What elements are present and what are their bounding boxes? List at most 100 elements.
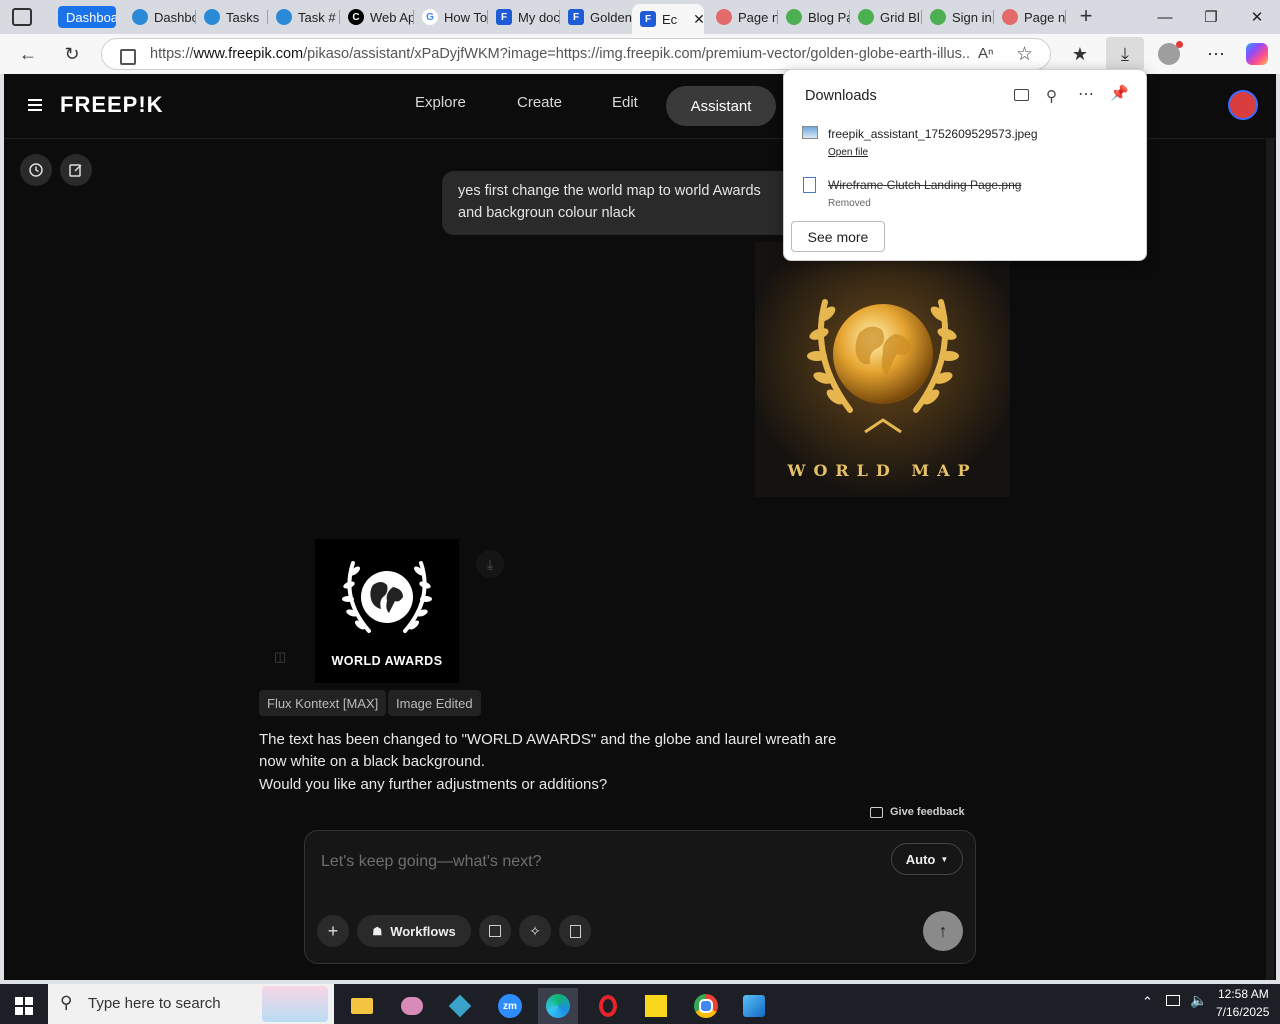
- scrollbar[interactable]: [1266, 138, 1274, 980]
- arrow-up-icon: ↑: [938, 920, 948, 941]
- tab-actions-icon[interactable]: [12, 8, 32, 26]
- aspect-ratio-icon: [489, 925, 501, 937]
- refresh-icon[interactable]: ↻: [58, 40, 86, 68]
- give-feedback-button[interactable]: Give feedback: [870, 806, 965, 818]
- image-size-button[interactable]: [479, 915, 511, 947]
- close-tab-icon[interactable]: ✕: [693, 11, 704, 28]
- back-arrow-icon[interactable]: ←: [14, 40, 42, 68]
- world-awards-caption: WORLD AWARDS: [331, 654, 443, 668]
- url-path: /pikaso/assistant/xPaDyjfWKM?image=https…: [303, 46, 970, 62]
- lock-icon[interactable]: [120, 49, 136, 65]
- plus-icon: +: [327, 920, 339, 941]
- windows-logo-icon: [15, 997, 33, 1015]
- copilot-icon[interactable]: [1246, 43, 1268, 65]
- tab-my-doc[interactable]: F My doc: [488, 4, 560, 30]
- tab-label: Golden: [590, 9, 632, 25]
- restore-button[interactable]: ❐: [1188, 0, 1234, 34]
- doc-favicon-icon: F: [496, 9, 512, 25]
- send-button[interactable]: ↑: [923, 911, 963, 951]
- freepik-logo[interactable]: FREEP!K: [60, 92, 164, 118]
- zoom-icon[interactable]: zm: [490, 988, 530, 1024]
- leaf-favicon-icon: [786, 9, 802, 25]
- user-avatar[interactable]: [1228, 90, 1258, 120]
- tab-task[interactable]: Task #: [268, 4, 340, 30]
- download-item[interactable]: Wireframe Clutch Landing Page.png Remove…: [794, 172, 1134, 212]
- url-field[interactable]: https://www.freepik.com/pikaso/assistant…: [101, 38, 1051, 70]
- tab-how-to[interactable]: G How To: [414, 4, 488, 30]
- document-icon: [569, 924, 581, 938]
- windows-start-icon[interactable]: [4, 988, 44, 1024]
- new-chat-button[interactable]: [60, 154, 92, 186]
- see-more-button[interactable]: See more: [791, 221, 885, 252]
- download-status: Removed: [828, 198, 871, 209]
- page-favicon-icon: [1002, 9, 1018, 25]
- close-window-button[interactable]: ✕: [1234, 0, 1280, 34]
- assistant-response-line: The text has been changed to "WORLD AWAR…: [259, 731, 837, 748]
- style-button[interactable]: ✧: [519, 915, 551, 947]
- tab-grid[interactable]: Grid Bl: [850, 4, 922, 30]
- downloads-title: Downloads: [805, 88, 877, 104]
- favorites-icon[interactable]: ★: [1066, 40, 1094, 68]
- history-icon: [29, 163, 43, 177]
- prompt-input[interactable]: Let's keep going—what's next?: [321, 853, 861, 871]
- thumbs-down-icon[interactable]: ◫: [274, 649, 286, 665]
- app-diamond-icon[interactable]: [440, 988, 480, 1024]
- sticky-notes-icon[interactable]: [636, 988, 676, 1024]
- clock-time[interactable]: 12:58 AM: [1218, 987, 1269, 1001]
- hex-favicon-icon: [132, 9, 148, 25]
- workflows-button[interactable]: ☗ Workflows: [357, 915, 471, 947]
- hamburger-menu-icon[interactable]: [28, 99, 42, 111]
- png-file-icon: [803, 177, 816, 193]
- tab-page-2[interactable]: Page n: [994, 4, 1066, 30]
- tab-active[interactable]: F Ec ✕: [632, 4, 704, 34]
- nav-explore[interactable]: Explore: [415, 94, 466, 111]
- favorite-star-icon[interactable]: ☆: [1016, 43, 1033, 66]
- nav-edit[interactable]: Edit: [612, 94, 638, 111]
- more-menu-icon[interactable]: ⋯: [1202, 40, 1230, 68]
- more-options-icon[interactable]: ⋯: [1078, 84, 1094, 104]
- opera-icon[interactable]: [588, 988, 628, 1024]
- tab-tasks[interactable]: Tasks: [196, 4, 268, 30]
- search-icon[interactable]: ⚲: [1046, 87, 1057, 105]
- status-tag: Image Edited: [388, 690, 481, 716]
- world-awards-image[interactable]: WORLD AWARDS: [315, 539, 459, 683]
- taskbar-search-box[interactable]: ⚲ Type here to search: [48, 984, 334, 1024]
- clock-date[interactable]: 7/16/2025: [1216, 1005, 1269, 1019]
- tab-label: Dashboa: [66, 9, 116, 25]
- edge-icon[interactable]: [538, 988, 578, 1024]
- open-folder-icon[interactable]: [1014, 89, 1029, 101]
- new-tab-button[interactable]: +: [1074, 5, 1098, 29]
- tab-sign-in[interactable]: Sign in: [922, 4, 994, 30]
- nav-assistant[interactable]: Assistant: [666, 86, 776, 126]
- tab-dashboard-2[interactable]: Dashbo: [124, 4, 196, 30]
- golden-globe-image[interactable]: WORLD MAP: [755, 242, 1010, 497]
- download-image-icon[interactable]: ⤓: [476, 550, 504, 578]
- nav-create[interactable]: Create: [517, 94, 562, 111]
- app-brain-icon[interactable]: [392, 988, 432, 1024]
- download-item[interactable]: freepik_assistant_1752609529573.jpeg Ope…: [794, 120, 1134, 162]
- pin-icon[interactable]: 📌: [1110, 84, 1129, 102]
- history-button[interactable]: [20, 154, 52, 186]
- file-explorer-icon[interactable]: [342, 988, 382, 1024]
- mode-select[interactable]: Auto ▼: [891, 843, 963, 875]
- tab-dashboard-1[interactable]: Dashboa: [58, 6, 116, 28]
- photos-icon[interactable]: [734, 988, 774, 1024]
- tab-web-app[interactable]: C Web Ap: [340, 4, 414, 30]
- tab-label: How To: [444, 9, 488, 25]
- add-button[interactable]: +: [317, 915, 349, 947]
- volume-icon[interactable]: 🔈: [1190, 992, 1207, 1009]
- minimize-button[interactable]: —: [1142, 0, 1188, 34]
- downloads-icon[interactable]: ⤓: [1106, 37, 1144, 71]
- network-icon[interactable]: [1166, 995, 1180, 1006]
- tray-chevron-icon[interactable]: ⌃: [1142, 994, 1153, 1010]
- read-aloud-icon[interactable]: Aⁿ: [978, 45, 993, 62]
- chrome-icon[interactable]: [686, 988, 726, 1024]
- tab-page-1[interactable]: Page n: [708, 4, 778, 30]
- tab-golden[interactable]: F Golden: [560, 4, 632, 30]
- reference-button[interactable]: [559, 915, 591, 947]
- open-file-link[interactable]: Open file: [828, 147, 868, 158]
- user-message-bubble: yes first change the world map to world …: [442, 171, 802, 235]
- tab-label: Dashbo: [154, 9, 196, 25]
- profile-notification-dot: [1176, 41, 1183, 48]
- tab-blog[interactable]: Blog Pa: [778, 4, 850, 30]
